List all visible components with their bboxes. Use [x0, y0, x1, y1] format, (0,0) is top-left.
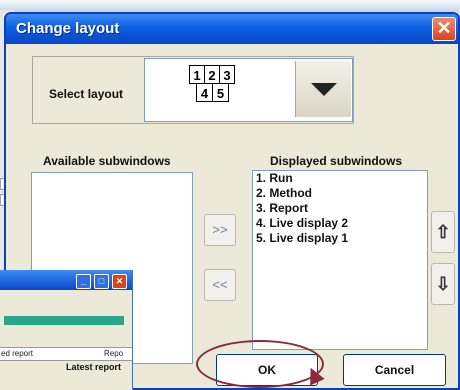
layout-selector-group: Select layout 1 2 3 4 5 [32, 56, 354, 124]
move-down-button[interactable]: ⇩ [431, 263, 455, 305]
list-item[interactable]: 1. Run [253, 171, 427, 186]
list-item[interactable]: 2. Method [253, 186, 427, 201]
displayed-subwindows-label: Displayed subwindows [270, 154, 403, 168]
move-up-button[interactable]: ⇧ [431, 211, 455, 253]
grid-cell: 4 [196, 83, 213, 102]
progress-bar [4, 316, 124, 325]
select-layout-label: Select layout [49, 87, 124, 101]
background-window-strip [0, 0, 460, 12]
latest-report-label: Latest report [66, 362, 122, 372]
dropdown-button[interactable] [295, 61, 351, 117]
subwindow-titlebar[interactable]: _ □ ✕ [0, 270, 132, 290]
maximize-icon[interactable]: □ [94, 274, 109, 289]
displayed-subwindows-list[interactable]: 1. Run 2. Method 3. Report 4. Live displ… [252, 170, 428, 350]
ok-highlight-ellipse [196, 340, 324, 388]
close-button[interactable]: ✕ [432, 17, 456, 41]
dialog-title: Change layout [16, 20, 120, 37]
cancel-button[interactable]: Cancel [343, 354, 446, 386]
list-item[interactable]: 4. Live display 2 [253, 216, 427, 231]
grid-cell: 5 [212, 83, 229, 102]
remove-subwindow-button[interactable]: << [204, 269, 236, 301]
close-icon[interactable]: ✕ [112, 274, 127, 289]
grid-cell: 1 [189, 65, 205, 84]
dialog-titlebar[interactable]: Change layout ✕ [6, 14, 458, 44]
list-item[interactable]: 3. Report [253, 201, 427, 216]
chevron-down-icon [311, 83, 337, 96]
background-subwindow: _ □ ✕ ed report Repo Latest report [0, 270, 133, 390]
list-item[interactable]: 5. Live display 1 [253, 231, 427, 246]
layout-dropdown[interactable]: 1 2 3 4 5 [144, 58, 353, 122]
report-header-row: ed report Repo [0, 347, 132, 361]
report-column-label: Repo [104, 349, 124, 358]
grid-cell: 2 [204, 65, 220, 84]
add-subwindow-button[interactable]: >> [204, 214, 236, 246]
arrow-up-icon: ⇧ [435, 222, 451, 242]
report-column-label: ed report [1, 349, 34, 358]
arrow-down-icon: ⇩ [435, 274, 451, 294]
minimize-icon[interactable]: _ [76, 274, 91, 289]
grid-cell: 3 [219, 65, 235, 84]
available-subwindows-label: Available subwindows [43, 154, 171, 168]
close-icon: ✕ [436, 18, 452, 38]
